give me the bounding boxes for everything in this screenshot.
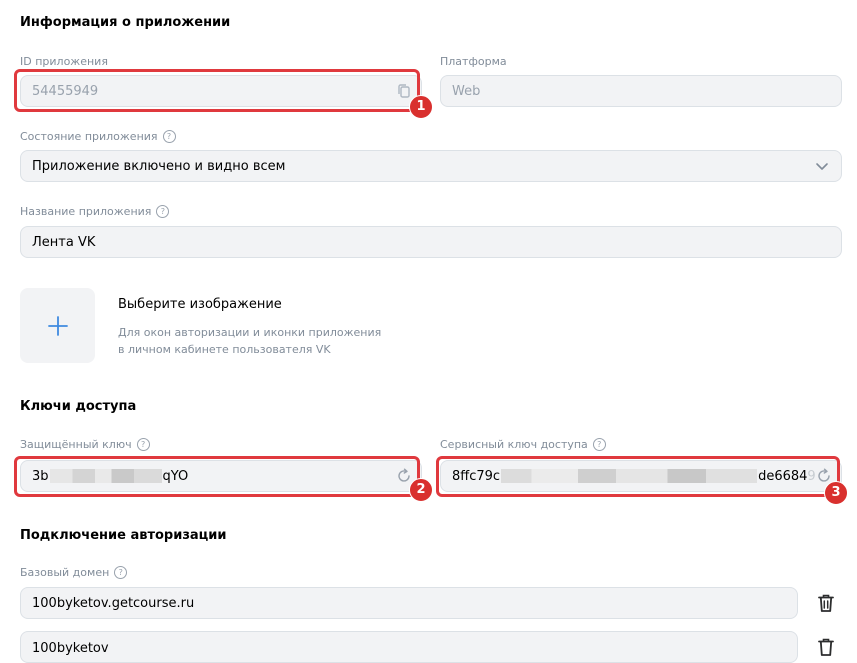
image-upload-button[interactable] <box>20 288 95 363</box>
state-select[interactable]: Приложение включено и видно всем <box>20 150 842 182</box>
service-key-label-text: Сервисный ключ доступа <box>440 438 588 451</box>
highlight-box-2 <box>14 456 420 497</box>
app-info-heading: Информация о приложении <box>20 15 231 30</box>
help-icon[interactable]: ? <box>162 130 176 143</box>
delete-domain-2-button[interactable] <box>809 631 843 663</box>
help-icon[interactable]: ? <box>136 438 150 451</box>
service-key-label: Сервисный ключ доступа ? <box>440 438 606 451</box>
state-select-value: Приложение включено и видно всем <box>32 158 286 174</box>
secure-key-label-text: Защищённый ключ <box>20 438 132 451</box>
app-id-label: ID приложения <box>20 55 108 68</box>
name-label: Название приложения ? <box>20 205 170 218</box>
help-icon[interactable]: ? <box>156 205 170 218</box>
image-upload-title: Выберите изображение <box>118 297 282 312</box>
trash-icon <box>818 638 834 656</box>
chevron-down-icon <box>816 163 828 170</box>
trash-icon <box>818 594 834 612</box>
platform-field: Web <box>440 75 842 107</box>
domain-2-value: 100byketov <box>32 641 109 656</box>
app-name-value: Лента VK <box>32 234 96 250</box>
auth-heading: Подключение авторизации <box>20 528 227 543</box>
help-icon[interactable]: ? <box>114 566 128 579</box>
domain-1-value: 100byketov.getcourse.ru <box>32 595 195 611</box>
domain-label-text: Базовый домен <box>20 566 110 579</box>
domain-input-2[interactable]: 100byketov <box>20 631 798 663</box>
highlight-box-3 <box>436 456 840 497</box>
state-label: Состояние приложения ? <box>20 130 176 143</box>
platform-label-text: Платформа <box>440 55 507 68</box>
domain-input-1[interactable]: 100byketov.getcourse.ru <box>20 587 798 619</box>
annotation-badge-3: 3 <box>824 481 848 505</box>
domain-label: Базовый домен ? <box>20 566 128 579</box>
app-id-label-text: ID приложения <box>20 55 108 68</box>
plus-icon <box>47 315 68 336</box>
secure-key-label: Защищённый ключ ? <box>20 438 150 451</box>
app-name-input[interactable]: Лента VK <box>20 226 842 258</box>
image-upload-desc-1: Для окон авторизации и иконки приложения <box>118 326 382 339</box>
annotation-badge-1: 1 <box>409 95 433 119</box>
state-label-text: Состояние приложения <box>20 130 158 143</box>
annotation-badge-2: 2 <box>409 478 433 502</box>
name-label-text: Название приложения <box>20 205 152 218</box>
help-icon[interactable]: ? <box>592 438 606 451</box>
platform-label: Платформа <box>440 55 507 68</box>
image-upload-desc-2: в личном кабинете пользователя VK <box>118 343 331 356</box>
platform-value: Web <box>452 83 481 99</box>
keys-heading: Ключи доступа <box>20 399 137 414</box>
delete-domain-1-button[interactable] <box>809 587 843 619</box>
highlight-box-1 <box>14 69 420 112</box>
